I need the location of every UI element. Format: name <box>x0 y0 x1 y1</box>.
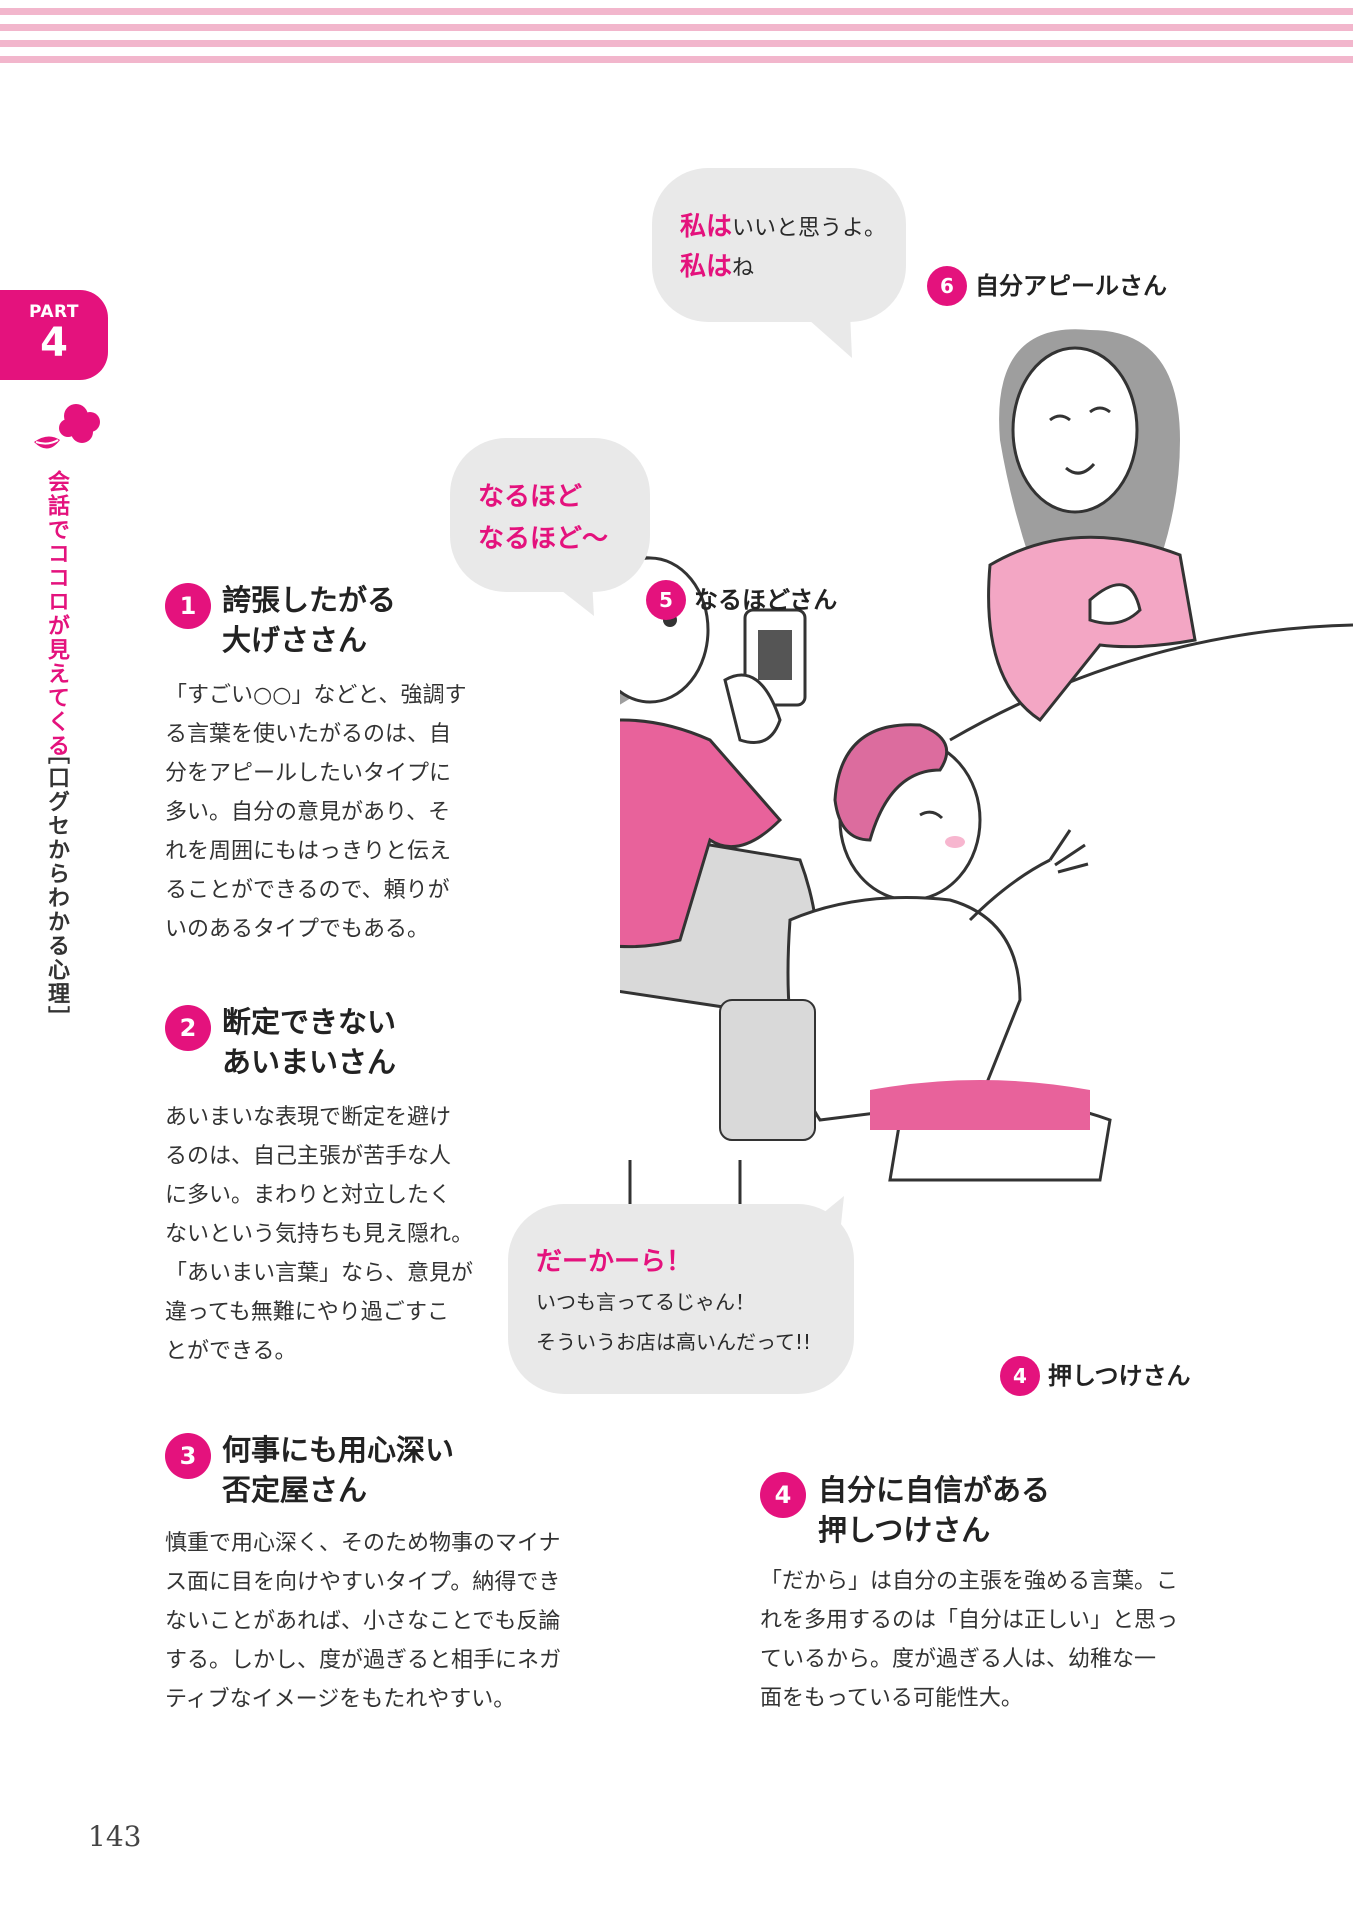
bubble-rest: いいと思うよ。 <box>732 216 887 241</box>
body-line: 違っても無難にやり過ごすこ <box>165 1300 450 1325</box>
chapter-subtitle: ［口グセからわかる心理］ <box>44 742 69 1030</box>
conversation-illustration <box>620 329 1353 1340</box>
section-title-line: 誇張したがる <box>222 583 397 617</box>
section-title: 何事にも用心深い 否定屋さん <box>222 1430 454 1510</box>
section-body: あいまいな表現で断定を避け るのは、自己主張が苦手な人 に多い。まわりと対立した… <box>165 1098 473 1371</box>
section-body: 慎重で用心深く、そのため物事のマイナ ス面に目を向けやすいタイプ。納得でき ない… <box>165 1524 561 1719</box>
lips-speech-icon <box>34 404 100 449</box>
body-line: ることができるので、頼りが <box>165 878 450 903</box>
bubble-text: だーかーら！ いつも言ってるじゃん！ そういうお店は高いんだって!! <box>536 1242 811 1362</box>
part-tab: PART 4 <box>0 290 108 380</box>
section-title-line: あいまいさん <box>222 1045 397 1079</box>
section-body: 「だから」は自分の主張を強める言葉。こ れを多用するのは「自分は正しい」と思っ … <box>760 1562 1178 1718</box>
body-line: 「だから」は自分の主張を強める言葉。こ <box>760 1569 1179 1594</box>
section-title-line: 自分に自信がある <box>818 1473 1051 1507</box>
section-number-badge: 1 <box>165 583 211 629</box>
part-label: PART <box>29 302 79 322</box>
section-number-badge: 3 <box>165 1433 211 1479</box>
tag-number: 4 <box>1000 1356 1040 1396</box>
section-number-badge: 2 <box>165 1005 211 1051</box>
section-title-line: 断定できない <box>222 1005 397 1039</box>
body-line: ス面に目を向けやすいタイプ。納得でき <box>165 1570 561 1595</box>
tag-label: 押しつけさん <box>1048 1362 1191 1390</box>
body-line: する。しかし、度が過ぎると相手にネガ <box>165 1648 562 1673</box>
bubble-text: なるほど なるほど～ <box>478 476 608 560</box>
body-line: れを周囲にもはっきりと伝え <box>165 839 452 864</box>
woman-self-appeal-figure <box>987 329 1197 723</box>
stripe <box>0 40 1353 47</box>
bubble-tail <box>548 580 594 616</box>
speech-bubble-agree: なるほど なるほど～ <box>450 438 650 592</box>
bubble-line: だーかーら！ <box>536 1247 693 1277</box>
section-title-line: 何事にも用心深い <box>222 1433 455 1467</box>
body-line: 多い。自分の意見があり、そ <box>165 800 451 825</box>
body-line: ているから。度が過ぎる人は、幼稚な一 <box>760 1647 1157 1672</box>
body-line: ティブなイメージをもたれやすい。 <box>165 1687 516 1712</box>
tag-label: 自分アピールさん <box>975 272 1167 300</box>
stripe <box>0 24 1353 31</box>
section-number-badge: 4 <box>760 1472 806 1518</box>
section-body: 「すごい○○」などと、強調す る言葉を使いたがるのは、自 分をアピールしたいタイ… <box>165 676 467 949</box>
bubble-emphasis: 私は <box>680 252 733 282</box>
body-line: 面をもっている可能性大。 <box>760 1686 1023 1711</box>
body-line: 「すごい○○」などと、強調す <box>165 683 467 708</box>
header-stripes <box>0 0 1353 80</box>
body-line: いのあるタイプでもある。 <box>165 917 430 942</box>
body-line: に多い。まわりと対立したく <box>165 1183 452 1208</box>
speech-bubble-self-appeal: 私はいいと思うよ。 私はね <box>652 168 906 322</box>
part-number: 4 <box>40 320 68 366</box>
page-number: 143 <box>88 1820 142 1853</box>
body-line: ないことがあれば、小さなことでも反論 <box>165 1609 561 1634</box>
chapter-title: 会話でココロが見えてくる <box>44 470 69 758</box>
bubble-line: なるほど <box>478 482 583 512</box>
section-title: 断定できない あいまいさん <box>222 1002 396 1082</box>
body-line: あいまいな表現で断定を避け <box>165 1105 452 1130</box>
bubble-text: 私はいいと思うよ。 私はね <box>680 208 886 288</box>
bubble-tail <box>800 1196 844 1234</box>
bubble-line: いつも言ってるじゃん！ <box>536 1290 755 1314</box>
body-line: とができる。 <box>165 1339 297 1364</box>
body-line: れを多用するのは「自分は正しい」と思っ <box>760 1608 1179 1633</box>
section-title-line: 大げささん <box>222 623 368 657</box>
section-title-line: 否定屋さん <box>222 1473 368 1507</box>
body-line: 分をアピールしたいタイプに <box>165 761 452 786</box>
body-line: 「あいまい言葉」なら、意見が <box>165 1261 474 1286</box>
body-line: る言葉を使いたがるのは、自 <box>165 722 452 747</box>
stripe <box>0 8 1353 15</box>
section-title: 誇張したがる 大げささん <box>222 580 396 660</box>
section-title-line: 押しつけさん <box>818 1513 991 1547</box>
section-title: 自分に自信がある 押しつけさん <box>818 1470 1050 1550</box>
body-line: ないという気持ちも見え隠れ。 <box>165 1222 474 1247</box>
tag-label: なるほどさん <box>694 586 838 614</box>
bubble-line: なるほど～ <box>478 524 609 554</box>
body-line: 慎重で用心深く、そのため物事のマイナ <box>165 1531 561 1556</box>
bubble-tail <box>800 312 852 358</box>
stripe <box>0 56 1353 63</box>
bubble-rest: ね <box>732 256 755 281</box>
bubble-line: そういうお店は高いんだって!! <box>536 1330 812 1354</box>
bubble-emphasis: 私は <box>680 212 733 242</box>
tag-number: 5 <box>646 580 686 620</box>
body-line: るのは、自己主張が苦手な人 <box>165 1144 452 1169</box>
tag-number: 6 <box>927 266 967 306</box>
